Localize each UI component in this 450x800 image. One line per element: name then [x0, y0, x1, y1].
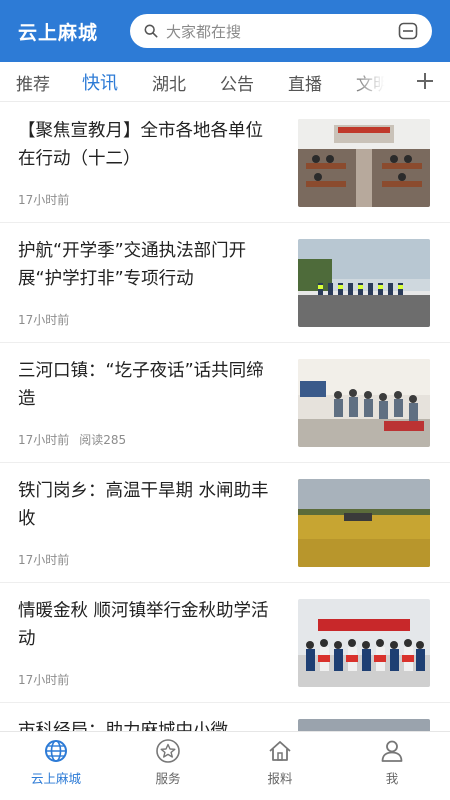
news-thumbnail [298, 599, 430, 687]
news-reads: 阅读285 [79, 433, 127, 447]
nav-label: 我 [385, 771, 399, 786]
news-meta: 17小时前 [18, 191, 69, 208]
home-icon [269, 741, 291, 761]
news-title: 护航“开学季”交通执法部门开展“护学打非”专项行动 [18, 241, 247, 289]
nav-label: 服务 [155, 771, 181, 786]
tab-live[interactable]: 直播 [288, 70, 322, 95]
tab-fade [348, 62, 400, 101]
news-time: 17小时前 [18, 193, 70, 207]
tab-notice[interactable]: 公告 [220, 70, 254, 95]
news-title: 情暖金秋 顺河镇举行金秋助学活动 [18, 601, 269, 649]
news-thumbnail [298, 359, 430, 447]
news-thumbnail [298, 719, 430, 731]
news-item[interactable]: 【聚焦宣教月】全市各地各单位在行动（十二） 17小时前 [0, 103, 450, 223]
news-title: 铁门岗乡：高温干旱期 水闸助丰收 [18, 481, 269, 529]
news-time: 17小时前 [18, 673, 70, 687]
news-meta: 17小时前 [18, 671, 69, 688]
news-item[interactable]: 情暖金秋 顺河镇举行金秋助学活动 17小时前 [0, 583, 450, 703]
news-meta: 17小时前 [18, 551, 69, 568]
news-item[interactable]: 市科经局：助力麻城中小微 [0, 703, 450, 731]
news-title: 【聚焦宣教月】全市各地各单位在行动（十二） [18, 121, 263, 169]
news-meta: 17小时前 阅读285 [18, 431, 126, 448]
nav-home[interactable]: 云上麻城 [16, 738, 96, 787]
news-title: 市科经局：助力麻城中小微 [18, 721, 228, 731]
nav-label: 云上麻城 [30, 771, 81, 786]
tab-news-flash[interactable]: 快讯 [82, 69, 118, 95]
news-meta: 17小时前 [18, 311, 69, 328]
star-icon [156, 739, 180, 763]
bottom-nav: 云上麻城 服务 报料 我 [0, 731, 450, 800]
news-time: 17小时前 [18, 553, 70, 567]
user-icon [381, 740, 403, 762]
scan-icon[interactable] [398, 22, 418, 40]
search-placeholder: 大家都在搜 [166, 22, 242, 41]
news-time: 17小时前 [18, 313, 70, 327]
search-icon [144, 24, 158, 38]
top-header: 云上麻城 大家都在搜 [0, 0, 450, 62]
tab-recommend[interactable]: 推荐 [16, 70, 50, 95]
news-thumbnail [298, 119, 430, 207]
news-item[interactable]: 三河口镇：“圪子夜话”话共同缔造 17小时前 阅读285 [0, 343, 450, 463]
news-feed: 【聚焦宣教月】全市各地各单位在行动（十二） 17小时前 护航“开学季”交通执法部… [0, 103, 450, 731]
nav-services[interactable]: 服务 [128, 738, 208, 787]
news-thumbnail [298, 239, 430, 327]
globe-icon [45, 740, 67, 762]
search-bar[interactable]: 大家都在搜 [130, 14, 432, 48]
tab-hubei[interactable]: 湖北 [152, 70, 186, 95]
nav-report[interactable]: 报料 [240, 738, 320, 787]
add-channel-icon[interactable] [414, 70, 436, 92]
channel-tabs: 推荐 快讯 湖北 公告 直播 文明 [0, 62, 450, 102]
tab-strip: 推荐 快讯 湖北 公告 直播 文明 [0, 62, 400, 101]
news-item[interactable]: 铁门岗乡：高温干旱期 水闸助丰收 17小时前 [0, 463, 450, 583]
nav-me[interactable]: 我 [352, 738, 432, 787]
news-title: 三河口镇：“圪子夜话”话共同缔造 [18, 361, 264, 409]
news-item[interactable]: 护航“开学季”交通执法部门开展“护学打非”专项行动 17小时前 [0, 223, 450, 343]
nav-label: 报料 [267, 771, 293, 786]
news-thumbnail [298, 479, 430, 567]
app-title: 云上麻城 [18, 21, 99, 44]
news-time: 17小时前 [18, 433, 70, 447]
